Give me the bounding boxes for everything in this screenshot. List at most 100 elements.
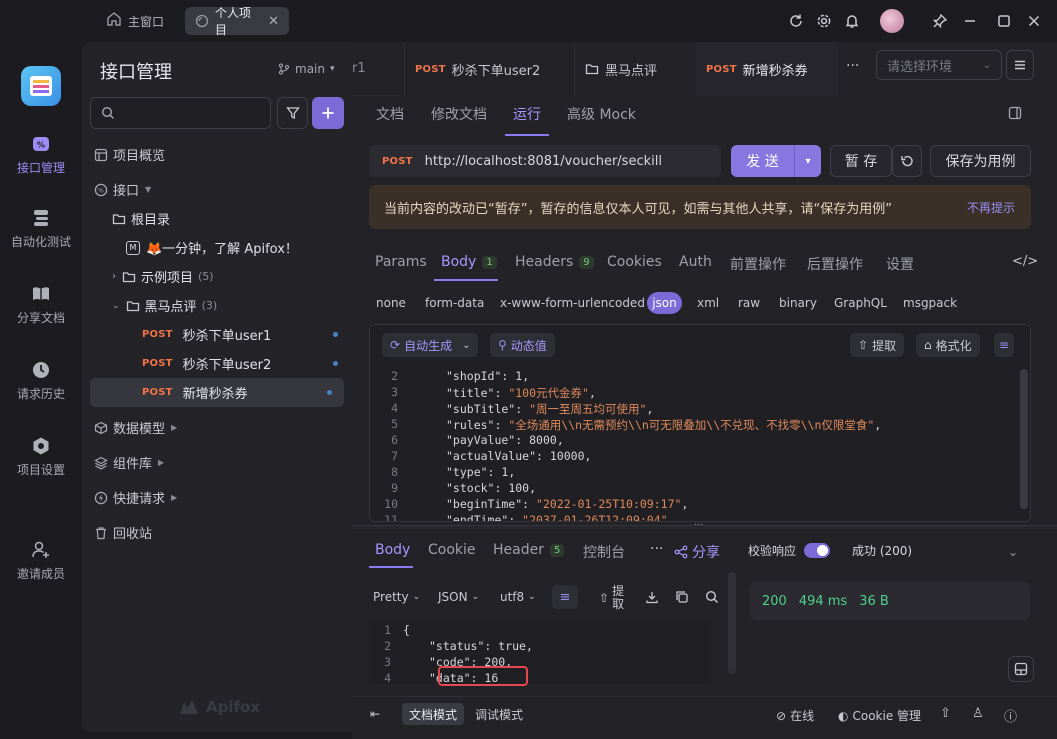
body-type-raw[interactable]: raw <box>738 296 760 310</box>
body-type-none[interactable]: none <box>376 296 406 310</box>
maximize-icon[interactable] <box>996 13 1012 29</box>
search-icon[interactable] <box>705 590 719 604</box>
tab-pre-ops[interactable]: 前置操作 <box>730 254 786 274</box>
body-editor[interactable]: ⟳ 自动生成 ⌄ ⚲ 动态值 ⇧ 提取 ⌂ 格式化 ≡ 2 "shopId": 1… <box>369 324 1031 522</box>
body-type-json[interactable]: json <box>647 292 682 314</box>
body-type-binary[interactable]: binary <box>779 296 817 310</box>
tab-heima[interactable]: 黑马点评 <box>574 42 694 96</box>
tab-settings[interactable]: 设置 <box>886 254 914 274</box>
url-input[interactable]: http://localhost:8081/voucher/seckill <box>425 154 662 169</box>
refresh-icon[interactable] <box>788 13 804 29</box>
tab-headers[interactable]: Headers 9 <box>515 254 594 270</box>
body-type-msgpack[interactable]: msgpack <box>903 296 957 310</box>
chevron-down-icon[interactable]: ⌄ <box>1008 545 1018 559</box>
url-bar[interactable]: POST http://localhost:8081/voucher/secki… <box>369 145 721 177</box>
shirt-icon[interactable]: ♙ <box>972 706 984 721</box>
share-button[interactable]: 分享 <box>674 542 720 562</box>
tree-item-overview[interactable]: 项目概览 <box>82 140 352 169</box>
doc-mode-button[interactable]: 文档模式 <box>402 703 464 725</box>
subtab-doc[interactable]: 文档 <box>376 104 404 124</box>
rail-item-invite[interactable]: 邀请成员 <box>0 540 82 582</box>
tab-auth[interactable]: Auth <box>679 254 712 270</box>
search-input[interactable] <box>121 102 261 124</box>
rail-item-automation[interactable]: 自动化测试 <box>0 208 82 250</box>
tree-item-api[interactable]: % 接口 ▼ <box>82 175 352 204</box>
scrollbar-thumb[interactable] <box>1020 369 1028 509</box>
tree-item-components[interactable]: 组件库 ▶ <box>82 448 352 477</box>
tree-item-heima[interactable]: ⌄ 黑马点评 (3) <box>82 291 352 320</box>
pretty-select[interactable]: Pretty ⌄ <box>373 590 420 604</box>
tree-item-intro[interactable]: M 🦊一分钟，了解 Apifox！ <box>82 233 352 262</box>
env-select[interactable]: 请选择环境 ⌄ <box>876 50 1002 80</box>
editor-scrollbar[interactable] <box>1017 365 1029 515</box>
rail-item-settings[interactable]: 项目设置 <box>0 436 82 478</box>
tab-params[interactable]: Params <box>375 254 427 270</box>
download-icon[interactable] <box>645 590 659 604</box>
rail-item-history[interactable]: 请求历史 <box>0 360 82 402</box>
tree-item-quick[interactable]: 快捷请求 ▶ <box>82 483 352 512</box>
branch-selector[interactable]: main ▾ <box>278 62 335 76</box>
reset-button[interactable] <box>892 145 922 177</box>
subtab-mock[interactable]: 高级 Mock <box>567 104 636 124</box>
response-code[interactable]: 1{2 "status": true, 3 "code": 200, 4 "data": … <box>369 623 711 684</box>
extract-button[interactable]: ⇧ 提取 <box>850 333 905 357</box>
format-button[interactable]: ⌂ 格式化 <box>916 333 980 357</box>
body-type-form-data[interactable]: form-data <box>425 296 484 310</box>
more-tabs-button[interactable]: ··· <box>846 58 859 74</box>
bell-icon[interactable] <box>844 13 860 29</box>
auto-generate-button[interactable]: ⟳ 自动生成 ⌄ <box>382 333 479 357</box>
window-close-icon[interactable] <box>1026 13 1042 29</box>
save-temp-button[interactable]: 暂 存 <box>830 145 892 177</box>
resp-extract-button[interactable]: ⇧ 提取 <box>599 585 624 611</box>
chevron-down-icon[interactable]: ▾ <box>795 156 821 167</box>
code-area[interactable]: 2 "shopId": 1, 3 "title": "100元代金券", 4 "subTi… <box>370 365 1020 521</box>
debug-mode-button[interactable]: 调试模式 <box>468 703 530 725</box>
gear-icon[interactable] <box>816 13 832 29</box>
tree-item-root[interactable]: 根目录 <box>82 204 352 233</box>
panel-toggle-icon[interactable] <box>1008 106 1022 120</box>
dynamic-value-button[interactable]: ⚲ 动态值 <box>490 333 555 357</box>
tab-personal-project[interactable]: 个人项目 ✕ <box>185 6 289 37</box>
send-button[interactable]: 发 送 ▾ <box>731 145 821 177</box>
help-icon[interactable]: ⓘ <box>1004 706 1017 725</box>
tree-item-examples[interactable]: › 示例项目 (5) <box>82 262 352 291</box>
tab-main-window[interactable]: 主窗口 <box>118 7 174 35</box>
response-scrollbar[interactable] <box>728 572 736 674</box>
resp-tab-console[interactable]: 控制台 <box>583 542 625 562</box>
body-type-xml[interactable]: xml <box>697 296 719 310</box>
resp-tab-header[interactable]: Header 5 <box>493 542 565 558</box>
menu-button[interactable] <box>1006 50 1034 80</box>
tab-cookies[interactable]: Cookies <box>607 254 662 270</box>
json-select[interactable]: JSON ⌄ <box>438 590 479 604</box>
code-view-icon[interactable]: </> <box>1012 254 1038 269</box>
avatar[interactable] <box>880 9 904 33</box>
resp-more-button[interactable]: ··· <box>650 541 663 557</box>
tree-item-models[interactable]: 数据模型 ▶ <box>82 413 352 442</box>
encoding-select[interactable]: utf8 ⌄ <box>500 590 536 604</box>
collapse-sidebar-icon[interactable]: ⇤ <box>370 707 380 721</box>
wrap-icon[interactable]: ≡ <box>552 585 578 609</box>
tree-item-api-1[interactable]: POST 秒杀下单user1 <box>82 320 352 349</box>
rail-item-api[interactable]: % 接口管理 <box>0 134 82 176</box>
cookie-manager[interactable]: ◐ Cookie 管理 <box>838 707 921 724</box>
pane-splitter[interactable]: ··· <box>352 520 1057 531</box>
tab-seckill-user2[interactable]: POST 秒杀下单user2 <box>404 42 570 96</box>
tab-body[interactable]: Body 1 <box>441 254 497 270</box>
body-type-graphql[interactable]: GraphQL <box>834 296 887 310</box>
method-select[interactable]: POST <box>382 156 413 167</box>
minimize-icon[interactable] <box>962 13 978 29</box>
validate-toggle[interactable] <box>804 543 831 558</box>
resp-tab-cookie[interactable]: Cookie <box>428 542 476 558</box>
tab-post-ops[interactable]: 后置操作 <box>807 254 863 274</box>
dismiss-link[interactable]: 不再提示 <box>967 199 1015 216</box>
search-box[interactable] <box>90 97 271 129</box>
save-case-button[interactable]: 保存为用例 <box>930 145 1031 177</box>
online-status[interactable]: ⊘ 在线 <box>776 707 814 724</box>
pin-icon[interactable] <box>932 13 948 29</box>
wrap-button[interactable]: ≡ <box>994 333 1015 357</box>
close-icon[interactable]: ✕ <box>268 14 279 29</box>
filter-button[interactable] <box>277 97 308 129</box>
subtab-edit-doc[interactable]: 修改文档 <box>431 104 487 124</box>
tree-item-api-2[interactable]: POST 秒杀下单user2 <box>82 349 352 378</box>
tab-new-voucher[interactable]: POST 新增秒杀券 <box>696 42 838 96</box>
